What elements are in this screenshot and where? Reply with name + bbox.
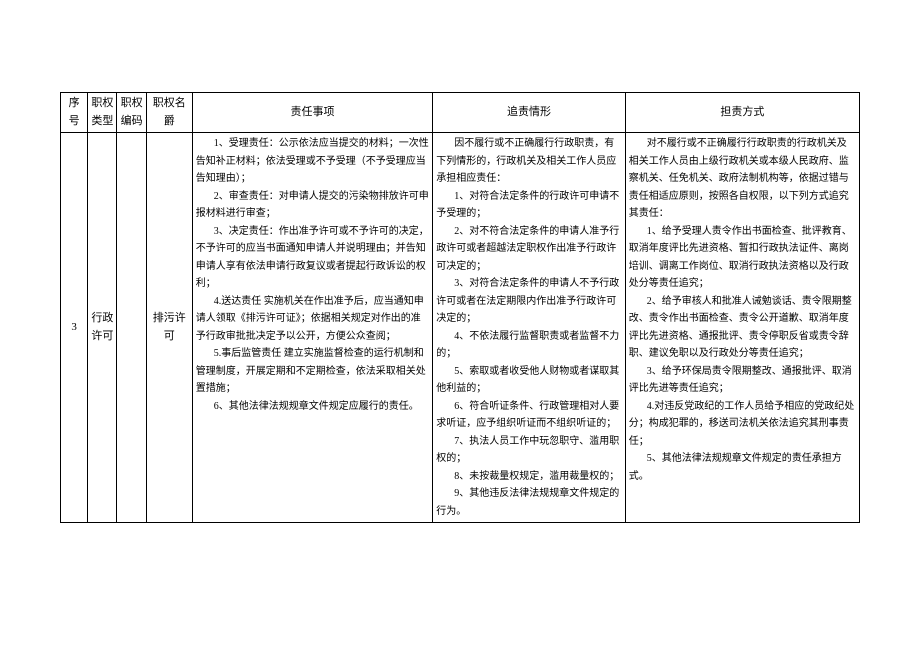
method-item: 5、其他法律法规规章文件规定的责任承担方式。 bbox=[629, 450, 856, 485]
col-header-resp: 责任事项 bbox=[192, 93, 433, 133]
cell-code bbox=[117, 133, 146, 523]
resp-item: 2、审查责任：对申请人提交的污染物排放许可申报材料进行审查； bbox=[196, 188, 430, 223]
col-header-acc: 追责情形 bbox=[433, 93, 625, 133]
col-header-seq: 序号 bbox=[61, 93, 88, 133]
cell-seq: 3 bbox=[61, 133, 88, 523]
method-item: 3、给予环保局责令限期整改、通报批评、取消评比先进等责任追究； bbox=[629, 363, 856, 398]
acc-item: 5、索取或者收受他人财物或者谋取其他利益的； bbox=[436, 363, 621, 398]
acc-item: 7、执法人员工作中玩忽职守、滥用职权的； bbox=[436, 433, 621, 468]
acc-item: 2、对不符合法定条件的申请人准予行政许可或者超越法定职权作出准予行政许可决定的； bbox=[436, 223, 621, 276]
resp-item: 6、其他法律法规规章文件规定应履行的责任。 bbox=[196, 398, 430, 416]
acc-item: 6、符合听证条件、行政管理相对人要求听证，应予组织听证而不组织听证的； bbox=[436, 398, 621, 433]
cell-method: 对不履行或不正确履行行政职责的行政机关及相关工作人员由上级行政机关或本级人民政府… bbox=[625, 133, 859, 523]
acc-item: 3、对符合法定条件的申请人不予行政许可或者在法定期限内作出准予行政许可决定的； bbox=[436, 275, 621, 328]
method-intro: 对不履行或不正确履行行政职责的行政机关及相关工作人员由上级行政机关或本级人民政府… bbox=[629, 135, 856, 223]
acc-item: 9、其他违反法律法规规章文件规定的行为。 bbox=[436, 485, 621, 520]
col-header-type: 职权类型 bbox=[88, 93, 117, 133]
document-page: 序号 职权类型 职权编码 职权名爵 责任事项 追责情形 担责方式 3 行政许可 … bbox=[0, 0, 920, 651]
cell-accountability: 因不履行或不正确履行行政职责，有下列情形的，行政机关及相关工作人员应承担相应责任… bbox=[433, 133, 625, 523]
table-header-row: 序号 职权类型 职权编码 职权名爵 责任事项 追责情形 担责方式 bbox=[61, 93, 860, 133]
col-header-method: 担责方式 bbox=[625, 93, 859, 133]
cell-type: 行政许可 bbox=[88, 133, 117, 523]
resp-item: 4.送达责任 实施机关在作出准予后，应当通知申请人领取《排污许可证》；依据相关规… bbox=[196, 293, 430, 346]
acc-item: 1、对符合法定条件的行政许可申请不予受理的； bbox=[436, 188, 621, 223]
method-item: 1、给予受理人责令作出书面检查、批评教育、取消年度评比先进资格、暂扣行政执法证件… bbox=[629, 223, 856, 293]
resp-item: 5.事后监管责任 建立实施监督检查的运行机制和管理制度，开展定期和不定期检查，依… bbox=[196, 345, 430, 398]
cell-responsibilities: 1、受理责任：公示依法应当提交的材料；一次性告知补正材料；依法受理或不予受理（不… bbox=[192, 133, 433, 523]
method-item: 2、给予审核人和批准人诫勉谈话、责令限期整改、责令作出书面检查、责令公开道歉、取… bbox=[629, 293, 856, 363]
table-row: 3 行政许可 排污许可 1、受理责任：公示依法应当提交的材料；一次性告知补正材料… bbox=[61, 133, 860, 523]
resp-item: 1、受理责任：公示依法应当提交的材料；一次性告知补正材料；依法受理或不予受理（不… bbox=[196, 135, 430, 188]
cell-name: 排污许可 bbox=[146, 133, 192, 523]
col-header-code: 职权编码 bbox=[117, 93, 146, 133]
acc-item: 4、不依法履行监督职责或者监督不力的； bbox=[436, 328, 621, 363]
authority-table: 序号 职权类型 职权编码 职权名爵 责任事项 追责情形 担责方式 3 行政许可 … bbox=[60, 92, 860, 523]
resp-item: 3、决定责任：作出准予许可或不予许可的决定，不予许可的应当书面通知申请人并说明理… bbox=[196, 223, 430, 293]
acc-intro: 因不履行或不正确履行行政职责，有下列情形的，行政机关及相关工作人员应承担相应责任… bbox=[436, 135, 621, 188]
acc-item: 8、未按裁量权规定，滥用裁量权的； bbox=[436, 468, 621, 486]
col-header-name: 职权名爵 bbox=[146, 93, 192, 133]
method-item: 4.对违反党政纪的工作人员给予相应的党政纪处分；构成犯罪的，移送司法机关依法追究… bbox=[629, 398, 856, 451]
